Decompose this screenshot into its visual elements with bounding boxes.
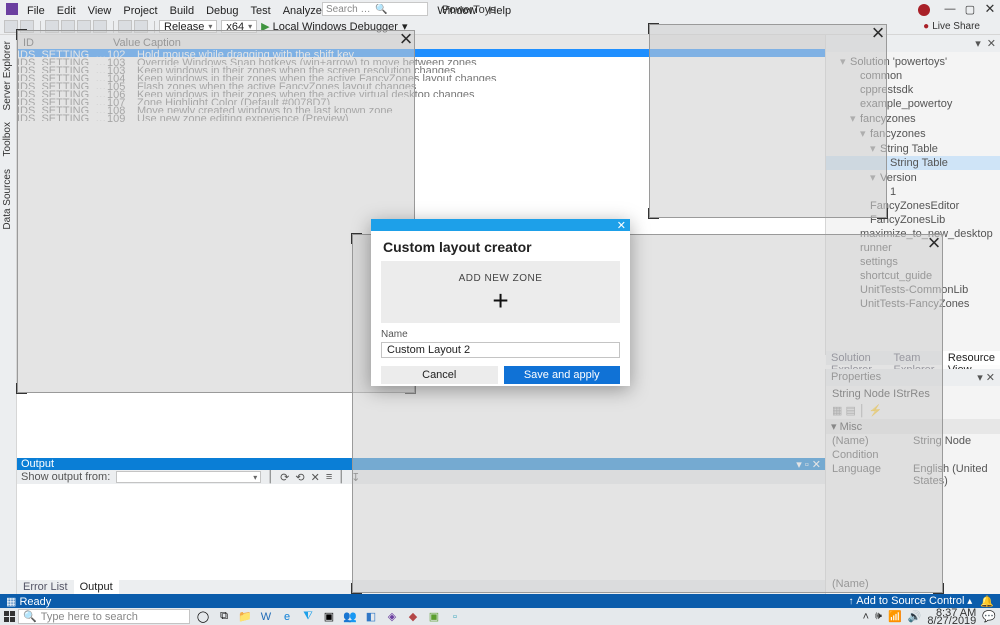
- solution-name-label: PowerToys: [442, 4, 496, 16]
- zone-close-button[interactable]: ×: [924, 233, 944, 253]
- app-icon[interactable]: ▫: [448, 610, 462, 624]
- windows-logo-icon: [4, 611, 15, 622]
- zone-resize-handle[interactable]: [648, 23, 659, 34]
- menu-test[interactable]: Test: [246, 3, 276, 19]
- search-icon: 🔍: [375, 4, 424, 15]
- app-icon[interactable]: ▣: [427, 610, 441, 624]
- notifications-icon[interactable]: 🔔: [980, 595, 994, 608]
- menu-debug[interactable]: Debug: [201, 3, 243, 19]
- vs-logo-icon: [6, 3, 18, 15]
- dropdown-icon[interactable]: ▾ ✕: [977, 371, 995, 384]
- close-button[interactable]: ✕: [980, 0, 1000, 18]
- zone-resize-handle[interactable]: [351, 583, 362, 594]
- dialog-title: Custom layout creator: [371, 231, 630, 261]
- tray-chevron-icon[interactable]: ˄: [863, 611, 869, 623]
- tab-resource-view[interactable]: Resource View: [943, 351, 1000, 365]
- terminal-icon[interactable]: ▣: [322, 610, 336, 624]
- tray-network-icon[interactable]: 🕪: [875, 610, 882, 623]
- menu-analyze[interactable]: Analyze: [278, 3, 327, 19]
- add-new-zone-button[interactable]: ADD NEW ZONE +: [381, 261, 620, 323]
- start-button[interactable]: [0, 608, 18, 625]
- zone-close-button[interactable]: ×: [868, 23, 888, 43]
- tab-output[interactable]: Output: [74, 580, 119, 594]
- dialog-titlebar[interactable]: ✕: [371, 219, 630, 231]
- windows-taskbar: 🔍Type here to search ◯ ⧉ 📁 W e ⧨ ▣ 👥 ◧ ◈…: [0, 608, 1000, 625]
- output-source-dropdown[interactable]: ▾: [116, 471, 261, 483]
- task-view-icon[interactable]: ⧉: [217, 610, 231, 624]
- menu-project[interactable]: Project: [118, 3, 162, 19]
- taskbar-search[interactable]: 🔍Type here to search: [18, 609, 190, 624]
- system-tray: ˄ 🕪 📶 🔊 8:37 AM8/27/2019 💬: [857, 608, 996, 625]
- menu-view[interactable]: View: [83, 3, 117, 19]
- teams-icon[interactable]: 👥: [343, 610, 357, 624]
- add-to-source-control[interactable]: ↑ Add to Source Control ▴: [848, 595, 972, 607]
- status-ready: ▦ Ready: [6, 595, 51, 608]
- zone-resize-handle[interactable]: [933, 583, 944, 594]
- custom-layout-creator-dialog: ✕ Custom layout creator ADD NEW ZONE + N…: [371, 219, 630, 386]
- dialog-close-icon[interactable]: ✕: [617, 219, 626, 232]
- pin-icon[interactable]: ✕: [987, 37, 996, 50]
- zone-resize-handle[interactable]: [351, 233, 362, 244]
- powertoys-icon[interactable]: ◆: [406, 610, 420, 624]
- tab-error-list[interactable]: Error List: [17, 580, 74, 594]
- zone-resize-handle[interactable]: [16, 29, 27, 40]
- output-tb-icon[interactable]: ≡: [326, 471, 332, 483]
- menu-edit[interactable]: Edit: [52, 3, 81, 19]
- vscode-icon[interactable]: ⧨: [301, 610, 315, 624]
- save-and-apply-button[interactable]: Save and apply: [504, 366, 621, 384]
- show-output-from-label: Show output from:: [21, 471, 110, 483]
- maximize-button[interactable]: ▢: [960, 0, 980, 18]
- search-icon: 🔍: [23, 610, 37, 623]
- fancyzones-zone[interactable]: ×: [649, 24, 887, 218]
- edge-icon[interactable]: e: [280, 610, 294, 624]
- tray-volume-icon[interactable]: 🔊: [908, 610, 922, 623]
- status-bar: ▦ Ready ↑ Add to Source Control ▴ 🔔: [0, 594, 1000, 608]
- add-zone-label: ADD NEW ZONE: [459, 273, 543, 284]
- menu-file[interactable]: File: [22, 3, 50, 19]
- app-icon[interactable]: ◧: [364, 610, 378, 624]
- output-tb-icon[interactable]: ✕: [311, 471, 320, 484]
- data-sources-tab[interactable]: Data Sources: [0, 163, 15, 236]
- cancel-button[interactable]: Cancel: [381, 366, 498, 384]
- plus-icon: +: [492, 290, 508, 312]
- tray-clock[interactable]: 8:37 AM8/27/2019: [927, 609, 976, 625]
- minimize-button[interactable]: —: [940, 0, 960, 18]
- server-explorer-tab[interactable]: Server Explorer: [0, 35, 15, 116]
- live-share-button[interactable]: Live Share: [923, 21, 980, 32]
- explorer-icon[interactable]: 📁: [238, 610, 252, 624]
- zone-close-button[interactable]: ×: [396, 29, 416, 49]
- output-title: Output: [21, 458, 54, 470]
- dropdown-icon[interactable]: ▾: [975, 37, 981, 50]
- search-input[interactable]: Search Visual Studio (Ctrl+Q) 🔍: [322, 2, 428, 16]
- menu-build[interactable]: Build: [165, 3, 199, 19]
- output-tb-icon[interactable]: ⟳: [280, 471, 289, 484]
- visual-studio-icon[interactable]: ◈: [385, 610, 399, 624]
- output-tb-icon[interactable]: ⟲: [295, 471, 304, 484]
- tray-wifi-icon[interactable]: 📶: [888, 610, 902, 623]
- word-icon[interactable]: W: [259, 610, 273, 624]
- zone-resize-handle[interactable]: [648, 208, 659, 219]
- left-tool-rail: Server Explorer Toolbox Data Sources: [0, 35, 17, 594]
- taskbar-icons: ◯ ⧉ 📁 W e ⧨ ▣ 👥 ◧ ◈ ◆ ▣ ▫: [196, 610, 462, 624]
- user-avatar-icon[interactable]: [918, 4, 930, 16]
- title-bar: File Edit View Project Build Debug Test …: [0, 0, 1000, 19]
- search-placeholder: Search Visual Studio (Ctrl+Q): [326, 4, 375, 15]
- cortana-icon[interactable]: ◯: [196, 610, 210, 624]
- window-controls: — ▢ ✕: [940, 0, 1000, 18]
- zone-resize-handle[interactable]: [16, 383, 27, 394]
- tray-action-center-icon[interactable]: 💬: [982, 610, 996, 623]
- name-label: Name: [381, 329, 620, 340]
- layout-name-input[interactable]: [381, 342, 620, 358]
- toolbox-tab[interactable]: Toolbox: [0, 116, 15, 162]
- zone-resize-handle[interactable]: [877, 208, 888, 219]
